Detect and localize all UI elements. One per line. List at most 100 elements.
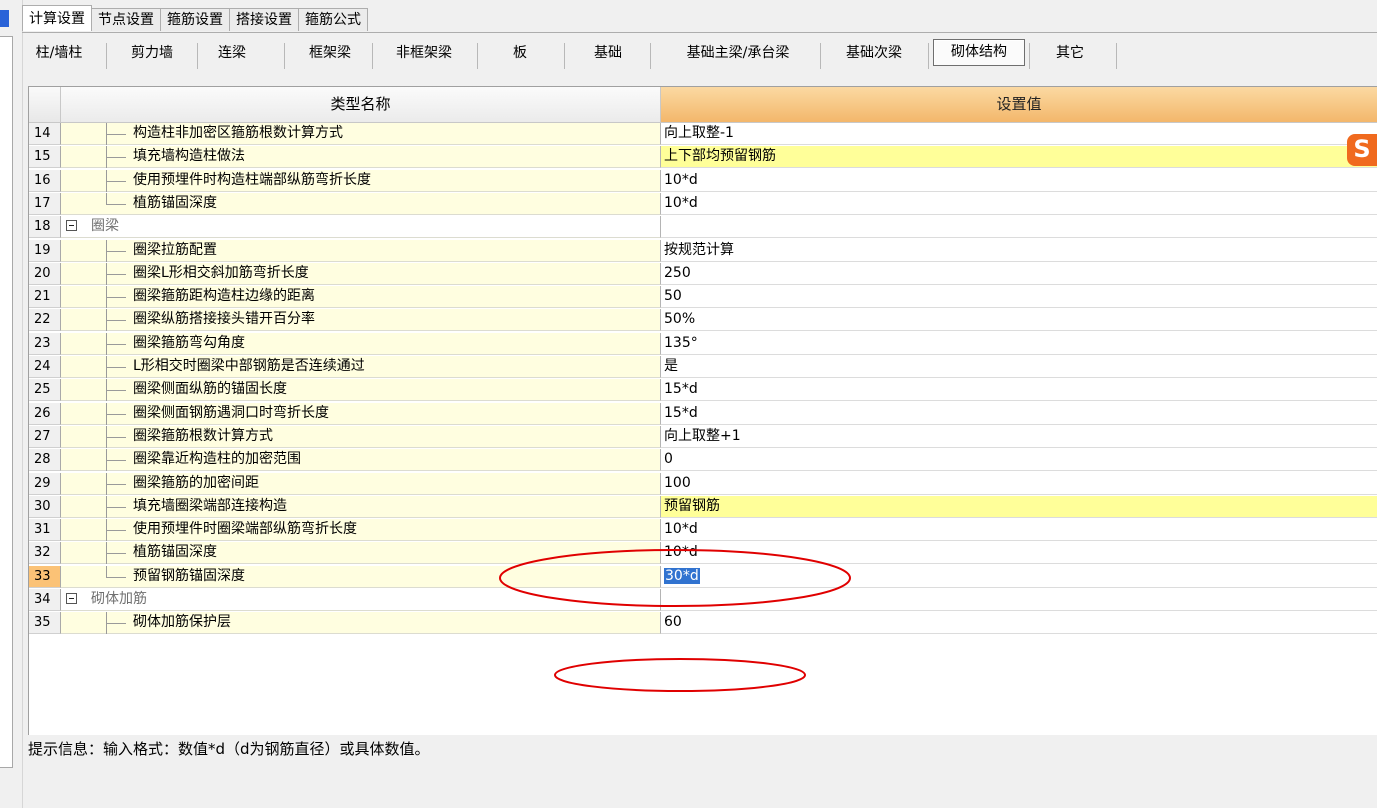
tab-stirrup-formula[interactable]: 箍筋公式 bbox=[298, 8, 368, 31]
value-cell[interactable]: 250 bbox=[661, 262, 1377, 285]
type-name-cell[interactable]: 圈梁L形相交斜加筋弯折长度 bbox=[61, 262, 661, 285]
type-name-cell[interactable]: 砌体加筋保护层 bbox=[61, 612, 661, 635]
type-name-cell[interactable]: 圈梁箍筋距构造柱边缘的距离 bbox=[61, 286, 661, 309]
collapse-minus-icon[interactable] bbox=[66, 220, 77, 232]
type-name-cell[interactable]: L形相交时圈梁中部钢筋是否连续通过 bbox=[61, 356, 661, 378]
type-name-cell[interactable]: 圈梁侧面纵筋的锚固长度 bbox=[61, 379, 661, 402]
table-row[interactable]: 23 圈梁箍筋弯勾角度 135° bbox=[29, 332, 1377, 355]
subtab-foundation-secondary-beam[interactable]: 基础次梁 bbox=[828, 40, 920, 66]
table-row[interactable]: 29 圈梁箍筋的加密间距 100 bbox=[29, 472, 1377, 495]
value-cell[interactable]: 上下部均预留钢筋 bbox=[661, 146, 1377, 169]
subtab-shear-wall[interactable]: 剪力墙 bbox=[114, 40, 190, 66]
table-row[interactable]: 31 使用预埋件时圈梁端部纵筋弯折长度 10*d bbox=[29, 519, 1377, 542]
table-row[interactable]: 24 L形相交时圈梁中部钢筋是否连续通过 是 bbox=[29, 356, 1377, 378]
value-cell[interactable]: 15*d bbox=[661, 379, 1377, 402]
type-name-cell[interactable]: 圈梁箍筋弯勾角度 bbox=[61, 332, 661, 355]
table-row[interactable]: 20 圈梁L形相交斜加筋弯折长度 250 bbox=[29, 262, 1377, 285]
type-name-cell[interactable]: 砌体加筋 bbox=[61, 589, 661, 611]
subtab-separator bbox=[197, 43, 198, 69]
value-cell[interactable]: 10*d bbox=[661, 192, 1377, 215]
type-name-cell[interactable]: 圈梁 bbox=[61, 216, 661, 239]
table-row[interactable]: 27 圈梁箍筋根数计算方式 向上取整+1 bbox=[29, 425, 1377, 448]
selected-value-text[interactable]: 30*d bbox=[664, 567, 700, 584]
collapse-minus-icon[interactable] bbox=[66, 593, 77, 604]
table-row[interactable]: 32 植筋锚固深度 10*d bbox=[29, 542, 1377, 565]
type-name-cell[interactable]: 圈梁箍筋的加密间距 bbox=[61, 472, 661, 495]
subtab-other[interactable]: 其它 bbox=[1040, 40, 1100, 66]
group-row[interactable]: 18 圈梁 bbox=[29, 216, 1377, 239]
value-cell[interactable]: 30*d bbox=[661, 565, 1377, 588]
tab-node-settings[interactable]: 节点设置 bbox=[91, 8, 161, 31]
subtab-foundation[interactable]: 基础 bbox=[578, 40, 638, 66]
value-cell[interactable]: 向上取整-1 bbox=[661, 123, 1377, 145]
type-name-cell[interactable]: 使用预埋件时圈梁端部纵筋弯折长度 bbox=[61, 519, 661, 542]
table-row[interactable]: 30 填充墙圈梁端部连接构造 预留钢筋 bbox=[29, 495, 1377, 518]
value-cell[interactable]: 50 bbox=[661, 286, 1377, 309]
table-row[interactable]: 15 填充墙构造柱做法 上下部均预留钢筋 bbox=[29, 146, 1377, 169]
type-name-cell[interactable]: 圈梁箍筋根数计算方式 bbox=[61, 425, 661, 448]
value-cell[interactable]: 50% bbox=[661, 309, 1377, 332]
row-number: 18 bbox=[29, 216, 61, 239]
group-row[interactable]: 34 砌体加筋 bbox=[29, 589, 1377, 611]
row-number-header bbox=[29, 87, 61, 123]
tab-divider bbox=[22, 32, 1377, 33]
type-name-cell[interactable]: 填充墙构造柱做法 bbox=[61, 146, 661, 169]
value-cell[interactable] bbox=[661, 216, 1377, 239]
row-number: 31 bbox=[29, 519, 61, 542]
value-cell[interactable]: 0 bbox=[661, 449, 1377, 472]
sogou-s-icon[interactable]: S bbox=[1347, 134, 1377, 166]
subtab-foundation-main-beam[interactable]: 基础主梁/承台梁 bbox=[658, 40, 818, 66]
subtab-nonframe-beam[interactable]: 非框架梁 bbox=[378, 40, 470, 66]
tree-branch-line bbox=[106, 436, 126, 438]
value-cell[interactable]: 是 bbox=[661, 356, 1377, 378]
subtab-slab[interactable]: 板 bbox=[490, 40, 550, 66]
value-cell[interactable]: 10*d bbox=[661, 169, 1377, 192]
table-row[interactable]: 14 构造柱非加密区箍筋根数计算方式 向上取整-1 bbox=[29, 123, 1377, 145]
subtab-coupling-beam[interactable]: 连梁 bbox=[206, 40, 258, 66]
value-cell[interactable]: 135° bbox=[661, 332, 1377, 355]
tree-guide-line bbox=[106, 565, 107, 577]
table-row[interactable]: 26 圈梁侧面钢筋遇洞口时弯折长度 15*d bbox=[29, 402, 1377, 425]
type-name-cell[interactable]: 圈梁侧面钢筋遇洞口时弯折长度 bbox=[61, 402, 661, 425]
row-number: 19 bbox=[29, 239, 61, 262]
type-name-cell[interactable]: 使用预埋件时构造柱端部纵筋弯折长度 bbox=[61, 169, 661, 192]
tree-branch-line bbox=[106, 180, 126, 182]
value-cell[interactable]: 10*d bbox=[661, 519, 1377, 542]
table-row[interactable]: 35 砌体加筋保护层 60 bbox=[29, 612, 1377, 635]
type-name-cell[interactable]: 填充墙圈梁端部连接构造 bbox=[61, 495, 661, 518]
value-cell[interactable]: 15*d bbox=[661, 402, 1377, 425]
value-cell[interactable]: 向上取整+1 bbox=[661, 425, 1377, 448]
subtab-masonry[interactable]: 砌体结构 bbox=[933, 39, 1025, 66]
table-row[interactable]: 16 使用预埋件时构造柱端部纵筋弯折长度 10*d bbox=[29, 169, 1377, 192]
tree-branch-line bbox=[106, 483, 126, 485]
value-cell[interactable]: 按规范计算 bbox=[661, 239, 1377, 262]
table-row[interactable]: 28 圈梁靠近构造柱的加密范围 0 bbox=[29, 449, 1377, 472]
value-cell[interactable] bbox=[661, 589, 1377, 611]
type-name-cell[interactable]: 圈梁纵筋搭接接头错开百分率 bbox=[61, 309, 661, 332]
table-row[interactable]: 21 圈梁箍筋距构造柱边缘的距离 50 bbox=[29, 286, 1377, 309]
type-name-cell[interactable]: 植筋锚固深度 bbox=[61, 192, 661, 215]
subtab-separator bbox=[650, 43, 651, 69]
table-row[interactable]: 22 圈梁纵筋搭接接头错开百分率 50% bbox=[29, 309, 1377, 332]
table-row[interactable]: 33 预留钢筋锚固深度 30*d bbox=[29, 565, 1377, 588]
subtab-frame-beam[interactable]: 框架梁 bbox=[292, 40, 368, 66]
tab-stirrup-settings[interactable]: 箍筋设置 bbox=[160, 8, 230, 31]
type-name-cell[interactable]: 圈梁靠近构造柱的加密范围 bbox=[61, 449, 661, 472]
value-cell[interactable]: 预留钢筋 bbox=[661, 495, 1377, 518]
tree-branch-line bbox=[106, 273, 126, 275]
tab-calc-settings[interactable]: 计算设置 bbox=[22, 5, 92, 31]
value-cell[interactable]: 100 bbox=[661, 472, 1377, 495]
type-name-cell[interactable]: 圈梁拉筋配置 bbox=[61, 239, 661, 262]
type-name-cell[interactable]: 植筋锚固深度 bbox=[61, 542, 661, 565]
value-cell[interactable]: 10*d bbox=[661, 542, 1377, 565]
table-row[interactable]: 17 植筋锚固深度 10*d bbox=[29, 192, 1377, 215]
type-name-cell[interactable]: 构造柱非加密区箍筋根数计算方式 bbox=[61, 123, 661, 145]
tab-lap-settings[interactable]: 搭接设置 bbox=[229, 8, 299, 31]
subtab-column[interactable]: 柱/墙柱 bbox=[26, 40, 92, 66]
tree-branch-line bbox=[106, 320, 126, 322]
value-cell[interactable]: 60 bbox=[661, 612, 1377, 635]
type-name-cell[interactable]: 预留钢筋锚固深度 bbox=[61, 565, 661, 588]
table-row[interactable]: 19 圈梁拉筋配置 按规范计算 bbox=[29, 239, 1377, 262]
left-panel-marker bbox=[0, 10, 9, 27]
table-row[interactable]: 25 圈梁侧面纵筋的锚固长度 15*d bbox=[29, 379, 1377, 402]
